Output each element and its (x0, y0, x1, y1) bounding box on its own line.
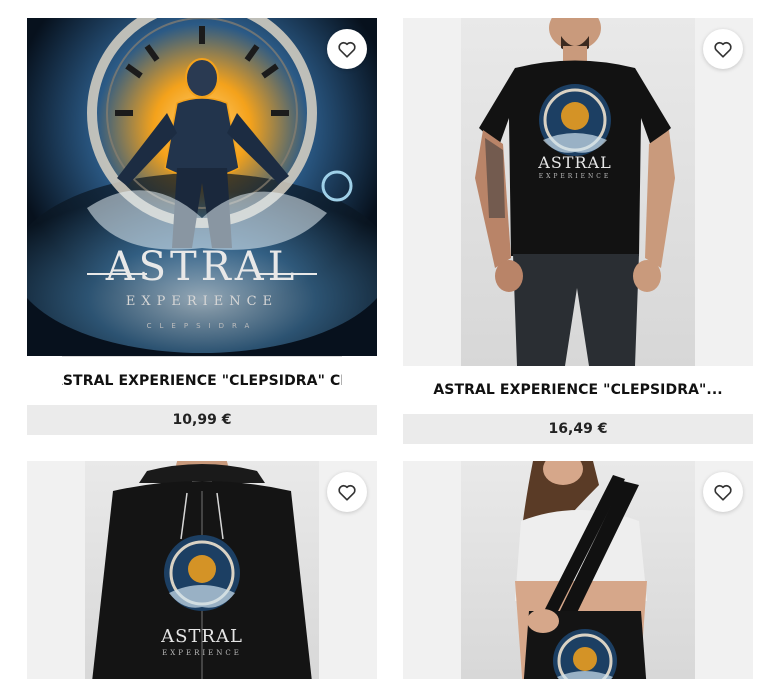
wishlist-button[interactable] (703, 472, 743, 512)
album-cover-art: ASTRAL EXPERIENCE CLEPSIDRA (27, 18, 377, 356)
hoodie-model-photo: ASTRAL EXPERIENCE (92, 461, 312, 679)
product-card-cd[interactable]: ASTRAL EXPERIENCE CLEPSIDRA ASTRAL EXPER… (27, 18, 377, 435)
product-image-tshirt[interactable]: ASTRAL EXPERIENCE (403, 18, 753, 366)
product-card-hoodie[interactable]: ASTRAL EXPERIENCE (27, 461, 377, 679)
wishlist-button[interactable] (327, 29, 367, 69)
hoodie-print-title: ASTRAL (160, 626, 243, 647)
tote-model-photo (515, 461, 647, 679)
heart-outline-icon (714, 484, 732, 501)
album-art-title: ASTRAL (105, 244, 299, 290)
product-card-tote-bag[interactable] (403, 461, 753, 679)
product-image-cd[interactable]: ASTRAL EXPERIENCE CLEPSIDRA (27, 18, 377, 356)
shirt-print-subtitle: EXPERIENCE (539, 173, 612, 180)
product-title[interactable]: ASTRAL EXPERIENCE "CLEPSIDRA"... (403, 366, 753, 414)
heart-outline-icon (714, 41, 732, 58)
product-title[interactable]: ASTRAL EXPERIENCE "CLEPSIDRA" CD (62, 356, 342, 405)
wishlist-button[interactable] (327, 472, 367, 512)
product-image-hoodie[interactable]: ASTRAL EXPERIENCE (27, 461, 377, 679)
tshirt-model-photo: ASTRAL EXPERIENCE (475, 18, 675, 366)
product-card-tshirt[interactable]: ASTRAL EXPERIENCE ASTRAL EXPERIENCE "CLE… (403, 18, 753, 444)
hoodie-print-subtitle: EXPERIENCE (162, 649, 242, 657)
heart-outline-icon (338, 41, 356, 58)
wishlist-button[interactable] (703, 29, 743, 69)
album-art-subtitle: EXPERIENCE (126, 294, 278, 309)
product-price: 10,99 € (27, 405, 377, 435)
product-image-tote-bag[interactable] (403, 461, 753, 679)
heart-outline-icon (338, 484, 356, 501)
product-grid: ASTRAL EXPERIENCE CLEPSIDRA ASTRAL EXPER… (0, 0, 762, 679)
shirt-print-title: ASTRAL (537, 153, 611, 172)
product-price: 16,49 € (403, 414, 753, 444)
album-art-album: CLEPSIDRA (147, 322, 258, 330)
